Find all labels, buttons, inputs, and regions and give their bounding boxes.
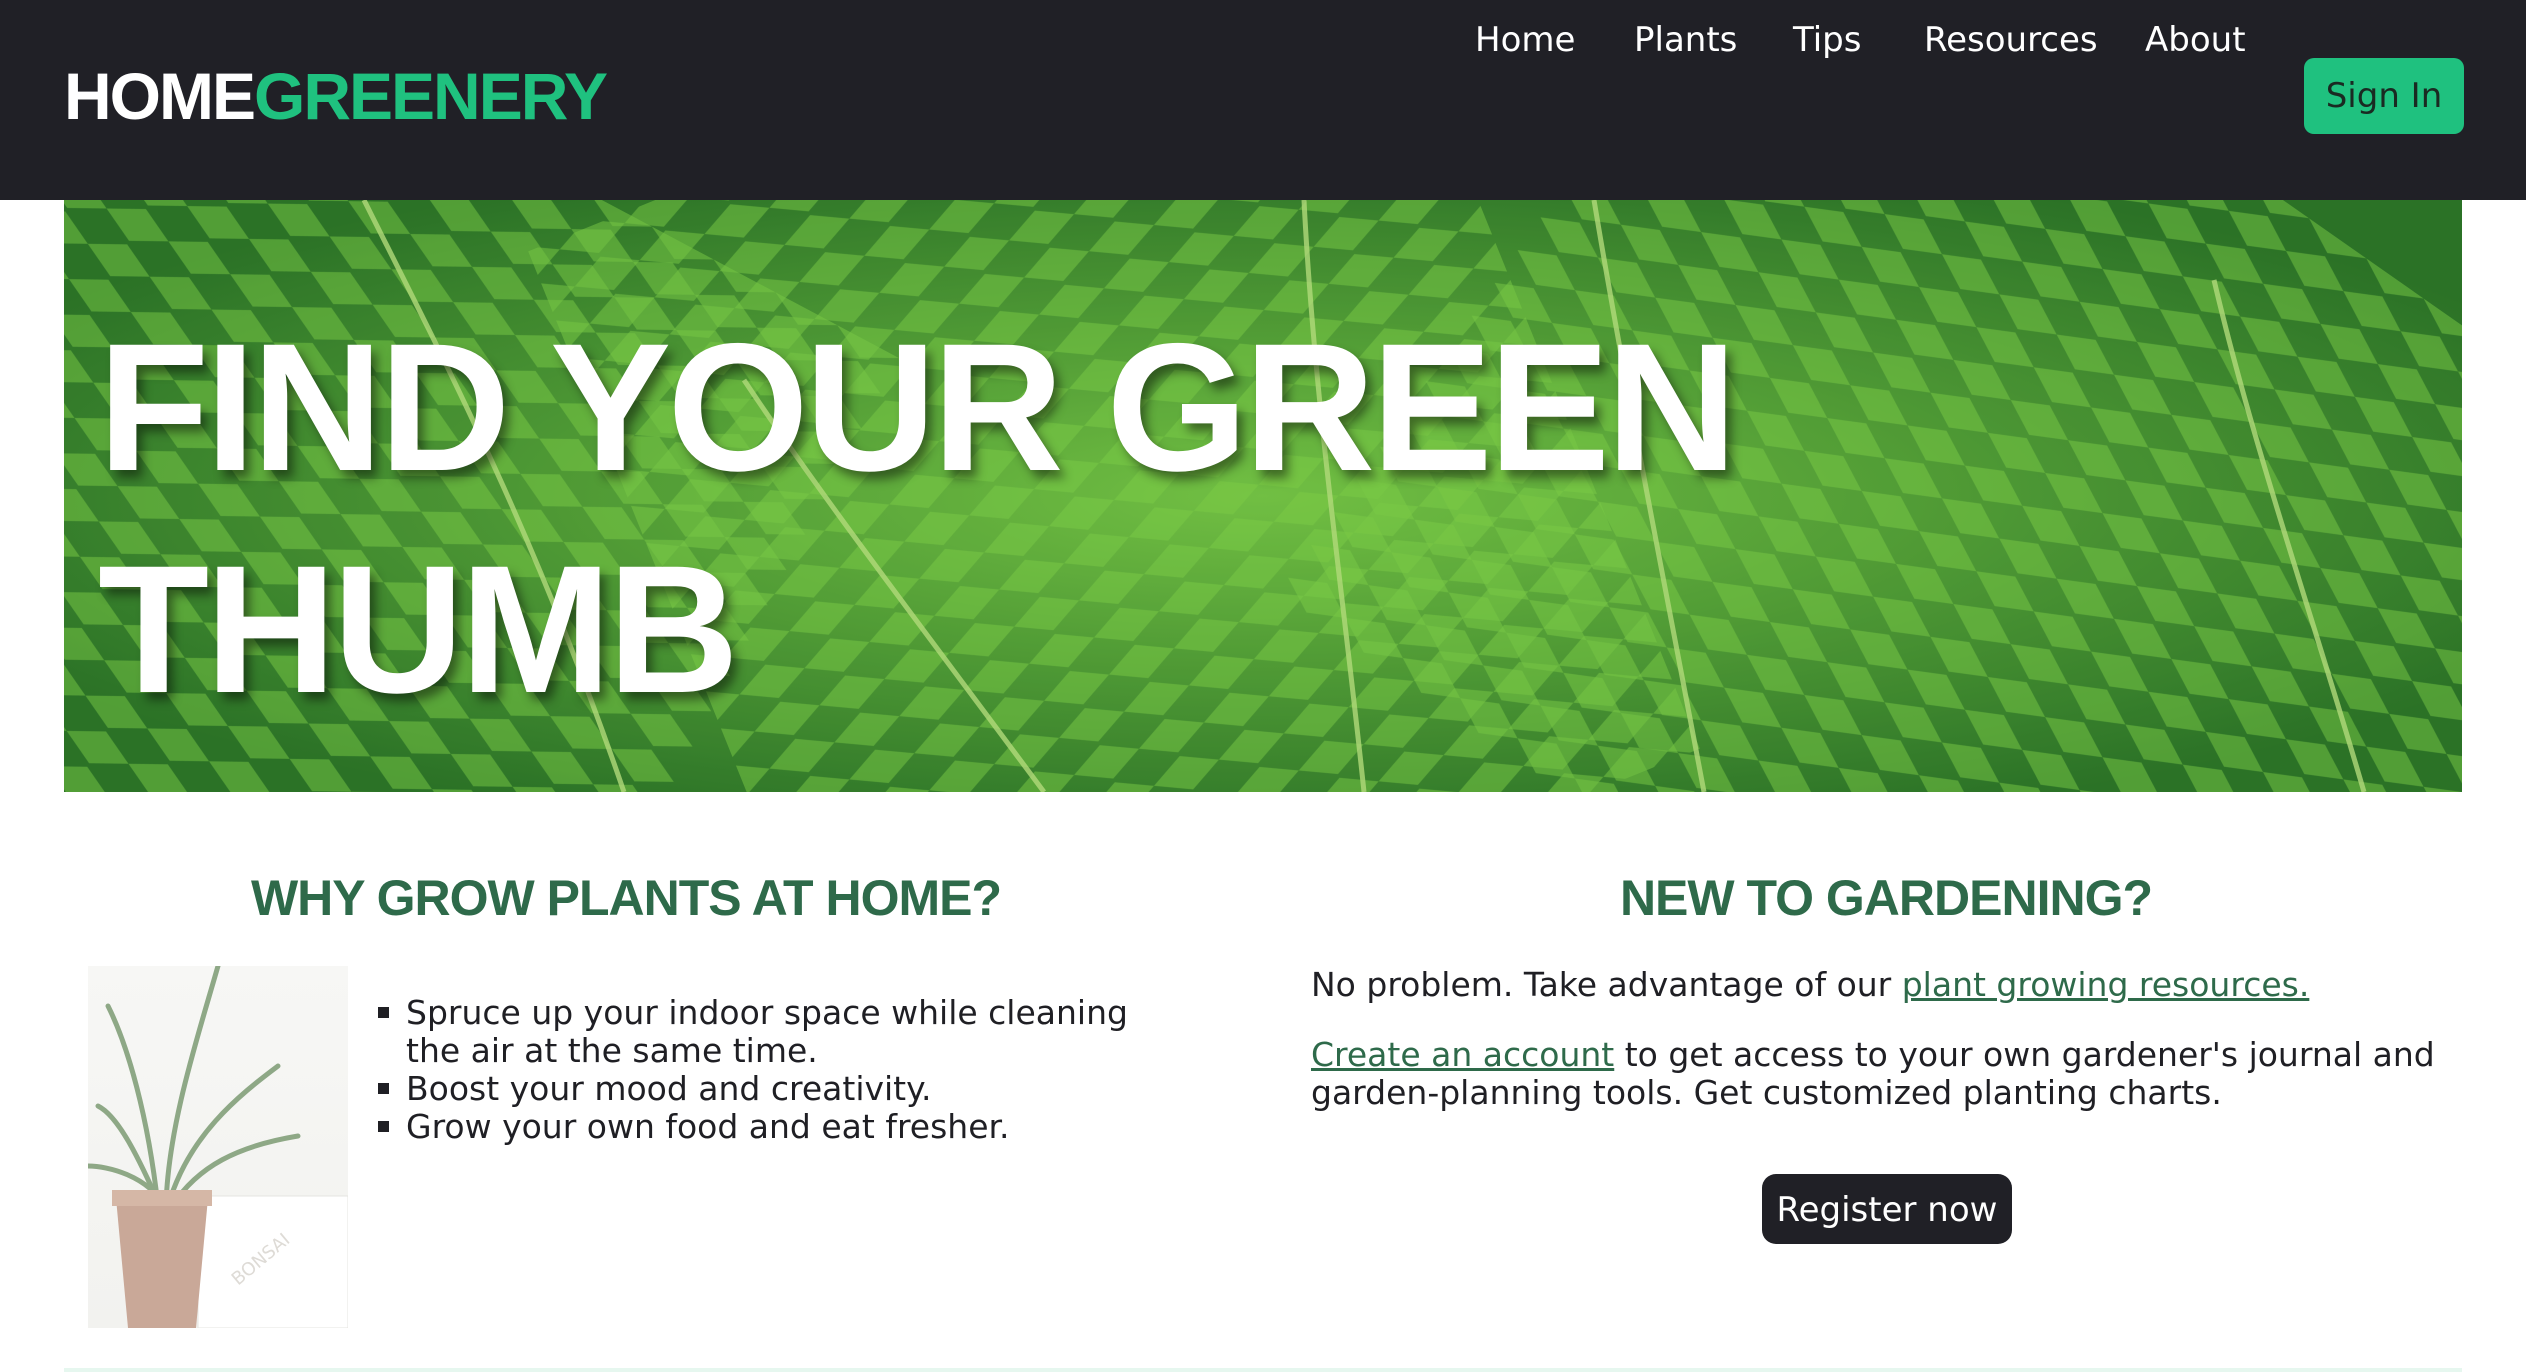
list-item: Spruce up your indoor space while cleani… bbox=[378, 994, 1158, 1070]
brand-logo[interactable]: HOMEGREENERY bbox=[64, 56, 608, 136]
aloe-plant-illustration: BONSAI bbox=[88, 966, 348, 1328]
aloe-plant-image: BONSAI bbox=[88, 966, 348, 1328]
why-grow-heading: WHY GROW PLANTS AT HOME? bbox=[250, 870, 1002, 926]
benefits-list: Spruce up your indoor space while cleani… bbox=[378, 994, 1158, 1146]
new-to-gardening-heading: NEW TO GARDENING? bbox=[1619, 870, 2153, 926]
plant-growing-resources-link[interactable]: plant growing resources. bbox=[1902, 965, 2310, 1004]
sign-in-button[interactable]: Sign In bbox=[2304, 58, 2464, 134]
create-account-link[interactable]: Create an account bbox=[1311, 1035, 1614, 1074]
nav-link-about[interactable]: About bbox=[2145, 0, 2246, 80]
resources-paragraph: No problem. Take advantage of our plant … bbox=[1311, 966, 2461, 1004]
resources-text: No problem. Take advantage of our bbox=[1311, 965, 1902, 1004]
list-item: Boost your mood and creativity. bbox=[378, 1070, 1158, 1108]
top-navbar: HOMEGREENERY Home Plants Tips Resources … bbox=[0, 0, 2526, 200]
create-account-paragraph: Create an account to get access to your … bbox=[1311, 1036, 2461, 1112]
hero-banner: FIND YOUR GREEN THUMB bbox=[64, 200, 2462, 792]
register-now-button[interactable]: Register now bbox=[1762, 1174, 2012, 1244]
brand-greenery-text: GREENERY bbox=[254, 59, 608, 133]
nav-link-plants[interactable]: Plants bbox=[1634, 0, 1737, 80]
section-divider bbox=[64, 1368, 2462, 1372]
brand-home-text: HOME bbox=[64, 59, 256, 133]
nav-link-resources[interactable]: Resources bbox=[1924, 0, 2098, 80]
hero-title-line1: FIND YOUR GREEN bbox=[98, 305, 1737, 509]
nav-link-home[interactable]: Home bbox=[1475, 0, 1575, 80]
hero-title-line2: THUMB bbox=[98, 527, 739, 731]
list-item: Grow your own food and eat fresher. bbox=[378, 1108, 1158, 1146]
hero-title: FIND YOUR GREEN THUMB bbox=[98, 296, 1998, 740]
nav-link-tips[interactable]: Tips bbox=[1793, 0, 1861, 80]
